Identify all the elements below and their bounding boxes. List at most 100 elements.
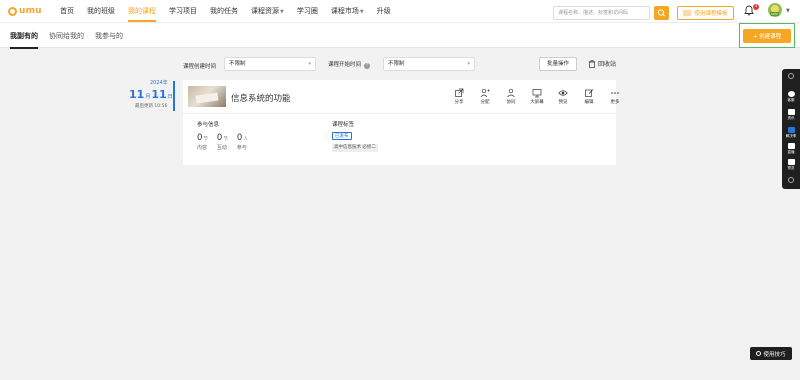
course-tag[interactable]: 高中信息技术 必修二 [332,144,378,152]
nav-item-label: 学习项目 [169,7,197,15]
toolbar-item[interactable] [782,177,800,184]
card-divider [183,113,616,114]
toolbar-item[interactable]: 预览 [782,159,800,171]
help-icon[interactable]: ? [364,63,371,69]
shield-icon [788,73,794,79]
chart-icon [787,127,795,133]
usage-tips-label: 使用技巧 [763,351,786,358]
chevron-down-icon[interactable]: ▼ [786,8,790,14]
created-time-select[interactable]: 不限制 ▾ [224,57,316,71]
nav-item[interactable]: 首页 [60,0,74,22]
toolbar-item[interactable]: 客服 [782,91,800,103]
course-tabs: 我副有的 协同给我的 我参与的 [10,23,134,49]
nav-item[interactable]: 课程资源▼ [251,0,284,22]
toolbar-item-label: 客服 [787,98,795,102]
avatar[interactable]: UMU [768,3,782,17]
action-label: 分享 [454,100,464,105]
toolbar-item-label: 直播 [787,150,795,154]
doc-icon [787,159,795,165]
action-big-screen[interactable]: 大屏幕 [524,88,550,105]
share-icon [455,88,464,97]
action-assign[interactable]: 分配 [472,88,498,105]
nav-item[interactable]: 学习圈 [297,0,318,22]
edit-icon [585,89,594,97]
settings-icon [788,177,794,183]
assign-icon [480,88,490,98]
recycle-bin-label: 回收站 [598,61,617,68]
action-label: 预览 [558,100,568,105]
more-icon [611,92,619,94]
course-thumbnail[interactable] [188,86,226,107]
action-label: 大屏幕 [530,100,544,105]
stat-item: 0节 内容 [197,133,208,151]
action-preview[interactable]: 预览 [550,88,576,105]
recycle-bin-button[interactable]: 回收站 [588,59,616,68]
stat-unit: 人 [243,137,248,142]
action-share[interactable]: 分享 [446,88,472,105]
tags-title: 课程标签 [332,122,355,128]
stat-unit: 节 [203,137,208,142]
main-nav: 首页 我的班级 我的课程 学习项目 我的任务 课程资源▼ 学习圈 课程市场▼ 升级 [60,0,404,22]
chevron-down-icon: ▾ [308,61,311,67]
action-collaborate[interactable]: 协同 [498,88,524,105]
nav-item[interactable]: 升级 [377,0,391,22]
nav-item-label: 升级 [376,7,391,15]
timeline-month-unit: 月 [145,94,151,100]
search-input[interactable]: 课程名称、描述、标签和访问码 [553,6,650,20]
start-time-select[interactable]: 不限制 ▾ [383,57,475,71]
nav-item[interactable]: 我的任务 [210,0,238,22]
nav-item[interactable]: 我的班级 [87,0,115,22]
tab-item[interactable]: 协同给我的 [49,23,84,49]
nav-item[interactable]: 我的课程 [128,0,156,22]
chevron-down-icon: ▾ [467,61,470,67]
participation-stats: 0节 内容 0节 互动 0人 参与 [197,133,257,151]
nav-item-label: 课程资源 [251,7,279,15]
action-more[interactable]: 更多 [602,88,628,105]
batch-operation-button[interactable]: 批量操作 [539,57,577,71]
headset-icon [787,91,795,97]
nav-item-label: 学习圈 [296,7,318,15]
toolbar-item[interactable]: 直播 [782,143,800,155]
avatar-tag: UMU [770,12,779,16]
participation-title: 参与信息 [197,122,220,128]
toolbar-item[interactable]: 解决率 [782,127,800,139]
course-title[interactable]: 信息系统的功能 [231,92,291,104]
status-badge: 已发布 [332,132,352,140]
action-label: 分配 [480,100,490,105]
usage-tips-button[interactable]: 使用技巧 [750,347,792,360]
toolbar-item-label: 预览 [787,166,795,170]
nav-item[interactable]: 课程市场▼ [331,0,364,22]
create-course-highlight: + 创建课程 [739,23,795,48]
tab-item[interactable]: 我副有的 [10,23,38,49]
timeline-day: 11 [151,88,167,101]
notification-badge: 1 [753,4,759,10]
brand-name: umu [19,6,42,16]
use-template-button[interactable]: 使用课程模板 [677,6,734,20]
lightbulb-icon [756,351,762,356]
create-course-button[interactable]: + 创建课程 [743,29,791,43]
use-template-label: 使用课程模板 [694,11,728,17]
created-time-label: 课程创建时间 [183,64,217,70]
nav-item-label: 我的课程 [128,7,156,15]
big-screen-icon [532,89,542,98]
action-edit[interactable]: 编辑 [576,88,602,105]
stat-item: 0节 互动 [217,133,228,151]
search-button[interactable] [654,6,669,20]
nav-item-label: 首页 [60,7,74,15]
nav-item[interactable]: 学习项目 [169,0,197,22]
stat-label: 参与 [236,145,247,151]
brand-logo[interactable]: umu [8,6,42,16]
tab-item[interactable]: 我参与的 [95,23,123,49]
stat-label: 互动 [216,145,227,151]
sub-header: 我副有的 协同给我的 我参与的 [0,22,800,49]
created-time-value: 不限制 [229,61,246,67]
chevron-down-icon: ▼ [359,9,364,15]
toolbar-item[interactable] [782,73,800,80]
timeline-month: 11 [129,88,145,101]
course-actions: 分享 分配 协同 大屏幕 预览 编辑 更多 [446,88,628,105]
nav-item-label: 我的班级 [87,7,115,15]
toolbar-item[interactable]: 资讯 [782,109,800,121]
timeline-year: 2024年 [150,80,168,86]
right-toolbar: 客服资讯解决率直播预览 [782,69,800,189]
start-time-label-text: 课程开始时间 [328,62,362,68]
